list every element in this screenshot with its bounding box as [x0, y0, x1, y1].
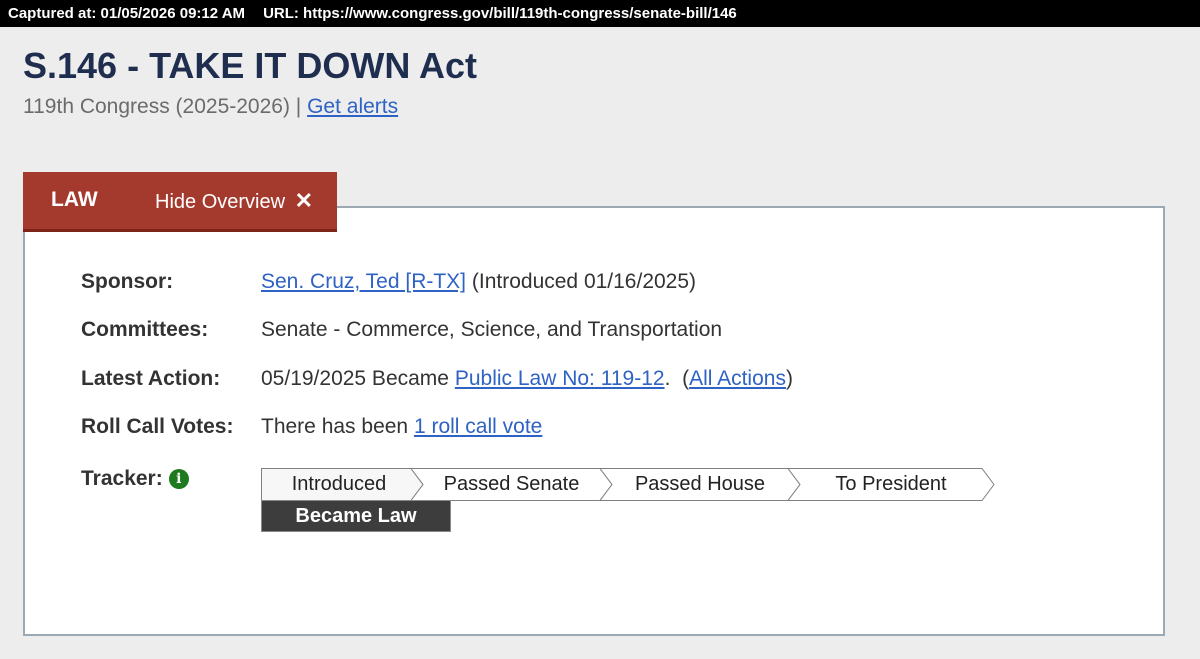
- capture-url: URL: https://www.congress.gov/bill/119th…: [263, 5, 737, 22]
- latest-action-text: 05/19/2025 Became: [261, 367, 449, 390]
- close-icon: ✕: [294, 188, 314, 213]
- congress-session: 119th Congress (2025-2026) |: [23, 95, 302, 118]
- sponsor-value: Sen. Cruz, Ted [R-TX] (Introduced 01/16/…: [261, 269, 696, 295]
- all-actions-link[interactable]: All Actions: [689, 367, 786, 390]
- overview-tab-bar: LAW Hide Overview ✕: [23, 172, 337, 232]
- info-icon[interactable]: i: [168, 469, 189, 489]
- public-law-link[interactable]: Public Law No: 119-12: [455, 367, 665, 390]
- latest-action-close: ): [785, 367, 793, 390]
- latest-action-value: 05/19/2025 Became Public Law No: 119-12.…: [261, 366, 793, 392]
- congress-line: 119th Congress (2025-2026) | Get alerts: [23, 93, 398, 121]
- page-title: S.146 - TAKE IT DOWN Act: [23, 45, 478, 86]
- hide-overview-button[interactable]: Hide Overview ✕: [155, 188, 313, 215]
- roll-call-link[interactable]: 1 roll call vote: [414, 415, 542, 438]
- committees-label: Committees:: [81, 318, 209, 341]
- tracker-stage-to-president: To President: [835, 473, 947, 495]
- capture-timestamp: Captured at: 01/05/2026 09:12 AM: [8, 5, 246, 22]
- get-alerts-link[interactable]: Get alerts: [307, 95, 398, 118]
- roll-call-label: Roll Call Votes:: [81, 415, 234, 438]
- committees-value: Senate - Commerce, Science, and Transpor…: [261, 318, 723, 341]
- tracker-stage-became-law: Became Law: [261, 500, 451, 532]
- hide-overview-label: Hide Overview: [155, 191, 286, 213]
- tracker-stage-passed-house: Passed House: [634, 473, 766, 495]
- sponsor-label: Sponsor:: [81, 270, 174, 293]
- capture-info-bar: Captured at: 01/05/2026 09:12 AM URL: htt…: [0, 0, 1200, 27]
- tracker-label-row: Tracker: i: [81, 466, 189, 492]
- roll-call-value: There has been 1 roll call vote: [261, 414, 542, 440]
- tracker-stage-passed-senate: Passed Senate: [443, 473, 580, 495]
- roll-call-text: There has been: [261, 415, 409, 438]
- status-badge: LAW: [51, 188, 98, 211]
- latest-action-separator: . (: [664, 367, 690, 390]
- tracker-stage-introduced: Introduced: [291, 473, 387, 495]
- sponsor-introduced: (Introduced 01/16/2025): [471, 270, 697, 293]
- latest-action-label: Latest Action:: [81, 367, 221, 390]
- bill-tracker: Introduced Passed Senate Passed House To…: [261, 468, 997, 501]
- sponsor-link[interactable]: Sen. Cruz, Ted [R-TX]: [261, 270, 466, 293]
- tracker-label: Tracker:: [81, 467, 163, 490]
